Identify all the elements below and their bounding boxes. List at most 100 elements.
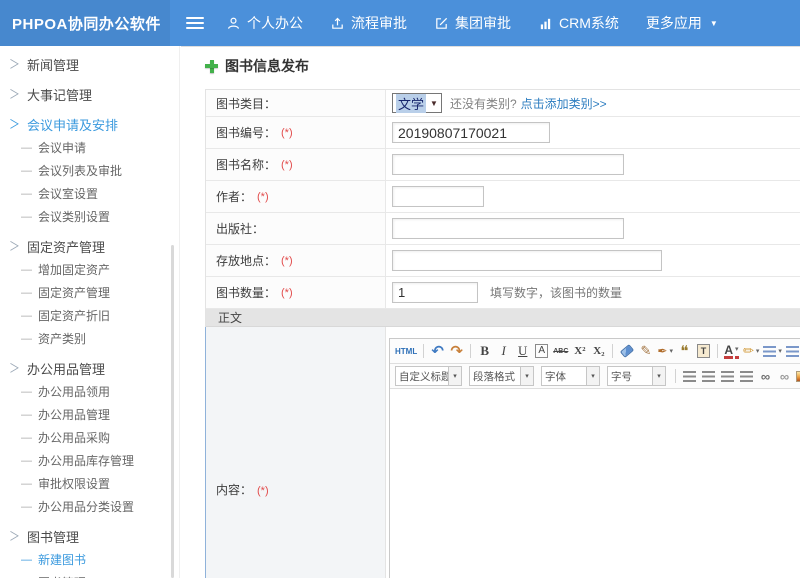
sidebar-item-18[interactable]: —办公用品分类设置 xyxy=(0,496,179,519)
font-size-combo[interactable]: 字号▾ xyxy=(607,366,666,386)
caret-down-icon: ▾ xyxy=(778,347,782,355)
char-border-button[interactable]: A xyxy=(534,342,549,360)
nav-crm-system[interactable]: CRM系统 xyxy=(538,13,619,33)
sidebar-scrollbar[interactable] xyxy=(171,245,174,578)
sidebar-group-1[interactable]: ＞大事记管理 xyxy=(0,84,179,107)
font-family-combo[interactable]: 字体▾ xyxy=(541,366,600,386)
field-author xyxy=(386,181,800,212)
sidebar-item-label: 会议室设置 xyxy=(38,183,98,206)
eraser-icon[interactable] xyxy=(619,342,634,360)
align-right-icon[interactable] xyxy=(720,367,735,385)
align-left-icon[interactable] xyxy=(682,367,697,385)
subscript-button[interactable]: X₂ xyxy=(591,342,606,360)
superscript-button[interactable]: X² xyxy=(572,342,587,360)
field-label-quantity: 图书数量：(*) xyxy=(206,277,386,308)
sidebar-group-19[interactable]: ＞图书管理 xyxy=(0,526,179,549)
caret-down-icon: ▾ xyxy=(756,347,760,355)
sidebar-group-7[interactable]: ＞固定资产管理 xyxy=(0,236,179,259)
book-form: 图书类目：文学▼还没有类别?点击添加类别>>图书编号：(*)图书名称：(*)作者… xyxy=(205,89,800,578)
nav-label: CRM系统 xyxy=(559,13,619,33)
justify-icon[interactable] xyxy=(739,367,754,385)
field-quantity: 填写数字，该图书的数量 xyxy=(386,277,800,308)
link-icon[interactable]: ∞ xyxy=(758,367,773,385)
font-color-button[interactable]: A▾ xyxy=(724,342,739,360)
sidebar-group-12[interactable]: ＞办公用品管理 xyxy=(0,358,179,381)
sidebar-item-label: 办公用品管理 xyxy=(38,404,110,427)
sidebar-item-label: 办公用品分类设置 xyxy=(38,496,134,519)
sidebar-item-8[interactable]: —增加固定资产 xyxy=(0,259,179,282)
align-center-icon[interactable] xyxy=(701,367,716,385)
sidebar-item-9[interactable]: —固定资产管理 xyxy=(0,282,179,305)
chevron-right-icon: ＞ xyxy=(9,82,20,108)
toolbar-separator xyxy=(717,344,718,358)
nav-personal-office[interactable]: 个人办公 xyxy=(226,13,303,33)
paste-as-text-icon[interactable]: T xyxy=(696,342,711,360)
unordered-list-button[interactable]: ▾ xyxy=(786,342,800,360)
remove-format-icon[interactable]: ✎ xyxy=(638,342,653,360)
name-input[interactable] xyxy=(392,154,624,175)
quantity-input[interactable] xyxy=(392,282,478,303)
sidebar-item-label: 办公用品库存管理 xyxy=(38,450,134,473)
required-mark: (*) xyxy=(281,127,293,139)
sidebar-item-label: 办公用品采购 xyxy=(38,427,110,450)
chevron-right-icon: ＞ xyxy=(9,52,20,78)
underline-button[interactable]: U xyxy=(515,342,530,360)
required-mark: (*) xyxy=(257,485,269,497)
form-row-name: 图书名称：(*) xyxy=(206,149,800,181)
nav-group-approval[interactable]: 集团审批 xyxy=(434,13,511,33)
strikethrough-button[interactable]: ABC xyxy=(553,342,568,360)
dash-icon: — xyxy=(21,572,32,578)
add-category-link[interactable]: 点击添加类别>> xyxy=(521,95,607,112)
ordered-list-button[interactable]: ▾ xyxy=(763,342,782,360)
sidebar-item-15[interactable]: —办公用品采购 xyxy=(0,427,179,450)
dash-icon: — xyxy=(21,282,32,305)
combo-label: 字号 xyxy=(608,369,652,384)
sidebar-item-label: 审批权限设置 xyxy=(38,473,110,496)
undo-icon[interactable]: ↶ xyxy=(430,342,445,360)
select-caret-icon: ▼ xyxy=(430,99,438,108)
nav-workflow-approval[interactable]: 流程审批 xyxy=(330,13,407,33)
editor-content[interactable] xyxy=(390,389,800,578)
custom-heading-combo[interactable]: 自定义标题▾ xyxy=(395,366,462,386)
sidebar-item-4[interactable]: —会议列表及审批 xyxy=(0,160,179,183)
field-label-category: 图书类目： xyxy=(206,90,386,116)
nav-more-apps[interactable]: 更多应用▼ xyxy=(646,13,718,33)
sidebar-item-20[interactable]: —新建图书 xyxy=(0,549,179,572)
sidebar-item-14[interactable]: — 办公用品管理 xyxy=(0,404,179,427)
sidebar-group-0[interactable]: ＞新闻管理 xyxy=(0,54,179,77)
author-input[interactable] xyxy=(392,186,484,207)
unlink-icon[interactable]: ∞ xyxy=(777,367,792,385)
sidebar-item-11[interactable]: —资产类别 xyxy=(0,328,179,351)
menu-toggle-icon[interactable] xyxy=(186,17,204,29)
blockquote-icon[interactable]: ❝ xyxy=(677,342,692,360)
flow-icon xyxy=(330,16,345,31)
html-source-button[interactable]: HTML xyxy=(395,342,417,360)
code-input[interactable] xyxy=(392,122,550,143)
italic-button[interactable]: I xyxy=(496,342,511,360)
redo-icon[interactable]: ↷ xyxy=(449,342,464,360)
sidebar-item-label: 办公用品管理 xyxy=(27,358,105,381)
editor-cell: HTML↶↷BIUAABCX²X₂✎✒▾❝TA▾✏▾▾▾ 自定义标题▾段落格式▾… xyxy=(386,327,800,578)
publisher-input[interactable] xyxy=(392,218,624,239)
sidebar-item-3[interactable]: —会议申请 xyxy=(0,137,179,160)
sidebar-item-label: 图书管理 xyxy=(38,572,86,578)
paragraph-format-combo[interactable]: 段落格式▾ xyxy=(469,366,534,386)
category-select[interactable]: 文学▼ xyxy=(392,93,442,113)
combo-label: 段落格式 xyxy=(470,369,520,384)
location-input[interactable] xyxy=(392,250,662,271)
sidebar-item-10[interactable]: —固定资产折旧 xyxy=(0,305,179,328)
insert-image-icon[interactable] xyxy=(796,367,800,385)
highlight-color-button[interactable]: ✏▾ xyxy=(743,342,759,360)
sidebar-item-16[interactable]: —办公用品库存管理 xyxy=(0,450,179,473)
dash-icon: — xyxy=(21,404,32,427)
rich-text-editor: HTML↶↷BIUAABCX²X₂✎✒▾❝TA▾✏▾▾▾ 自定义标题▾段落格式▾… xyxy=(389,338,800,578)
sidebar-group-2[interactable]: ＞会议申请及安排 xyxy=(0,114,179,137)
sidebar-item-21[interactable]: — 图书管理 xyxy=(0,572,179,578)
sidebar-item-6[interactable]: —会议类别设置 xyxy=(0,206,179,229)
sidebar-item-17[interactable]: —审批权限设置 xyxy=(0,473,179,496)
sidebar-item-13[interactable]: —办公用品领用 xyxy=(0,381,179,404)
bold-button[interactable]: B xyxy=(477,342,492,360)
caret-down-icon: ▾ xyxy=(735,344,739,359)
sidebar-item-5[interactable]: —会议室设置 xyxy=(0,183,179,206)
format-painter-icon[interactable]: ✒▾ xyxy=(657,342,673,360)
